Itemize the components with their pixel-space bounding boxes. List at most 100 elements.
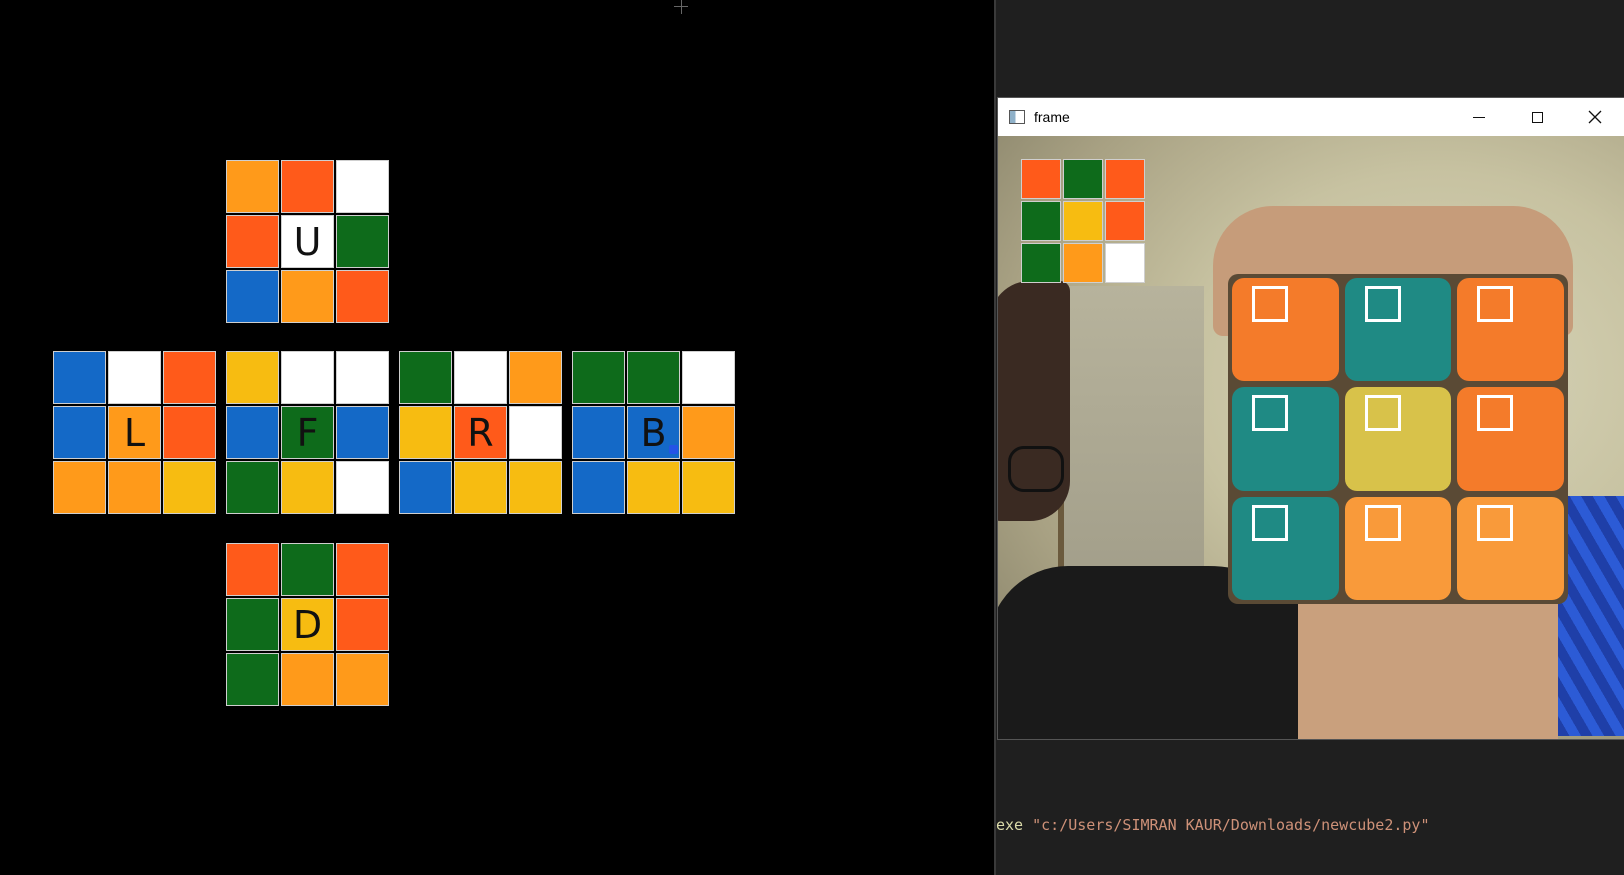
- cube-cell: [1232, 496, 1339, 600]
- mouse-cursor-horizontal: [674, 6, 688, 7]
- sticker: [163, 406, 216, 459]
- preview-cell: [1021, 201, 1061, 241]
- sticker: [226, 406, 279, 459]
- sticker: F: [281, 406, 334, 459]
- sticker: [682, 406, 735, 459]
- sticker: R: [454, 406, 507, 459]
- sticker: [226, 461, 279, 514]
- preview-cell: [1105, 201, 1145, 241]
- sticker: [281, 461, 334, 514]
- close-button[interactable]: [1566, 98, 1624, 136]
- face-letter: D: [292, 602, 323, 647]
- preview-cell: [1021, 243, 1061, 283]
- cube-cell: [1344, 278, 1452, 382]
- webcam-feed: [998, 136, 1624, 739]
- close-icon: [1588, 110, 1602, 124]
- face-front: F: [226, 351, 389, 514]
- sticker: [226, 351, 279, 404]
- cube-cell: [1344, 387, 1452, 491]
- cube-cell: [1232, 387, 1339, 491]
- sticker: [336, 160, 389, 213]
- sticker: [336, 653, 389, 706]
- preview-cell: [1021, 159, 1061, 199]
- sticker: [226, 215, 279, 268]
- sticker: [281, 160, 334, 213]
- sticker: [399, 461, 452, 514]
- face-letter: U: [293, 219, 322, 264]
- sticker: [454, 461, 507, 514]
- sticker: [336, 461, 389, 514]
- face-right: R: [399, 351, 562, 514]
- sticker: [108, 351, 161, 404]
- detection-box: [1477, 504, 1514, 541]
- cube-net-window: U L F R B D: [0, 0, 994, 875]
- sticker: [108, 461, 161, 514]
- sticker: [336, 351, 389, 404]
- sticker: [53, 461, 106, 514]
- face-letter: L: [123, 410, 146, 455]
- cube-cell: [1457, 496, 1564, 600]
- cube-cell: [1457, 387, 1564, 491]
- preview-cell: [1105, 243, 1145, 283]
- sticker: [572, 406, 625, 459]
- sticker: [509, 461, 562, 514]
- sticker: [572, 461, 625, 514]
- face-left: L: [53, 351, 216, 514]
- sticker: [627, 461, 680, 514]
- preview-cell: [1063, 159, 1103, 199]
- face-letter: R: [467, 410, 494, 455]
- sticker: [163, 461, 216, 514]
- sticker: L: [108, 406, 161, 459]
- face-down: D: [226, 543, 389, 706]
- sticker: U: [281, 215, 334, 268]
- sticker: D: [281, 598, 334, 651]
- mouse-cursor: [681, 0, 682, 14]
- preview-cell: [1063, 243, 1103, 283]
- glasses: [1008, 446, 1064, 492]
- title-bar[interactable]: frame: [998, 98, 1624, 136]
- detection-box: [1364, 395, 1401, 432]
- terminal-command: exe "c:/Users/SIMRAN KAUR/Downloads/newc…: [996, 816, 1429, 834]
- sticker: [281, 351, 334, 404]
- face-up: U: [226, 160, 389, 323]
- minimize-icon: [1473, 116, 1485, 118]
- sticker: [336, 543, 389, 596]
- detection-box: [1364, 286, 1401, 322]
- held-cube-face: [1228, 274, 1568, 604]
- marker-dot: [669, 445, 678, 454]
- face-letter: B: [640, 410, 667, 455]
- terminal-path-text: "c:/Users/SIMRAN KAUR/Downloads/newcube2…: [1032, 816, 1430, 834]
- face-letter: F: [296, 410, 319, 455]
- detection-box: [1252, 395, 1288, 432]
- cube-cell: [1457, 278, 1564, 382]
- detection-box: [1364, 504, 1401, 541]
- sticker: [53, 351, 106, 404]
- maximize-button[interactable]: [1508, 98, 1566, 136]
- detection-box: [1477, 286, 1514, 322]
- sticker: [509, 406, 562, 459]
- detection-box: [1252, 504, 1288, 541]
- detection-box: [1477, 395, 1514, 432]
- frame-window[interactable]: frame: [998, 98, 1624, 739]
- window-title: frame: [1034, 109, 1070, 125]
- sticker: [53, 406, 106, 459]
- cube-cell: [1344, 496, 1452, 600]
- preview-cell: [1105, 159, 1145, 199]
- sticker: B: [627, 406, 680, 459]
- sticker: [226, 598, 279, 651]
- sticker: [336, 270, 389, 323]
- sticker: [682, 461, 735, 514]
- minimize-button[interactable]: [1450, 98, 1508, 136]
- sticker: [454, 351, 507, 404]
- maximize-icon: [1531, 111, 1543, 123]
- detected-colors-preview: [1021, 159, 1145, 283]
- sticker: [336, 598, 389, 651]
- sticker: [682, 351, 735, 404]
- face-back: B: [572, 351, 735, 514]
- sticker: [281, 270, 334, 323]
- sticker: [281, 653, 334, 706]
- sticker: [226, 543, 279, 596]
- opencv-window-icon: [1009, 110, 1025, 124]
- sticker: [627, 351, 680, 404]
- sticker: [336, 215, 389, 268]
